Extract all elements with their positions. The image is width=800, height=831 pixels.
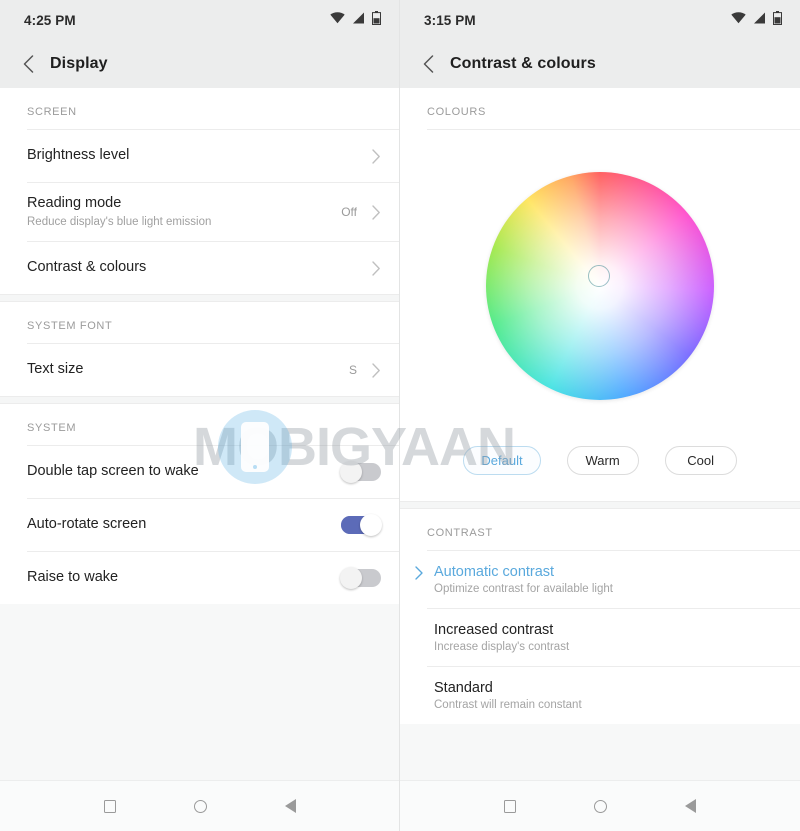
circle-icon[interactable] <box>193 799 207 813</box>
list-item-text-size[interactable]: Text size S <box>0 344 399 396</box>
status-icons <box>731 10 782 30</box>
toggle-auto-rotate-screen[interactable] <box>341 514 382 536</box>
list-item-label: Text size <box>27 361 84 378</box>
status-bar: 3:15 PM <box>400 0 800 40</box>
option-increased-contrast[interactable]: Increased contrast Increase display's co… <box>400 609 800 666</box>
section-header-system: SYSTEM <box>27 422 77 434</box>
chevron-right-icon <box>367 362 381 378</box>
list-item-double-tap-screen-to-wake[interactable]: Double tap screen to wake <box>0 446 399 498</box>
option-subtitle: Increase display's contrast <box>434 641 570 653</box>
option-subtitle: Contrast will remain constant <box>434 699 582 711</box>
option-automatic-contrast[interactable]: Automatic contrast Optimize contrast for… <box>400 551 800 608</box>
chevron-right-icon <box>367 260 381 276</box>
contrast-colours-panel: COLOURS Default Warm Cool CONTRAST Autom… <box>400 88 800 724</box>
colour-preset-chips: Default Warm Cool <box>400 442 800 501</box>
page-title: Contrast & colours <box>450 55 596 72</box>
dual-screenshot: 4:25 PM Display SCREEN Brightness level … <box>0 0 800 831</box>
wifi-icon <box>731 11 746 29</box>
circle-icon[interactable] <box>594 799 607 813</box>
signal-icon <box>753 11 766 29</box>
status-bar: 4:25 PM <box>0 0 399 40</box>
navigation-bar <box>0 780 399 831</box>
chip-cool[interactable]: Cool <box>664 446 737 475</box>
list-item-label: Auto-rotate screen <box>27 516 147 533</box>
list-item-contrast-and-colours[interactable]: Contrast & colours <box>0 242 399 294</box>
list-item-label: Double tap screen to wake <box>27 463 199 480</box>
back-chevron-icon[interactable] <box>14 50 42 78</box>
section-header-system-font: SYSTEM FONT <box>27 320 113 332</box>
signal-icon <box>352 11 365 29</box>
section-gap <box>400 501 800 509</box>
battery-icon <box>773 10 782 30</box>
option-label: Automatic contrast <box>434 564 555 580</box>
navigation-bar <box>400 780 800 831</box>
toggle-double-tap-to-wake[interactable] <box>340 461 381 483</box>
chevron-right-icon <box>367 148 381 164</box>
back-chevron-icon[interactable] <box>414 50 442 78</box>
option-label: Increased contrast <box>434 622 554 638</box>
chip-warm[interactable]: Warm <box>566 446 639 475</box>
page-title: Display <box>50 55 108 72</box>
list-item-subtitle: Reduce display's blue light emission <box>27 216 212 229</box>
triangle-left-icon[interactable] <box>284 799 296 813</box>
status-icons <box>330 10 381 30</box>
app-bar: Display <box>0 40 399 88</box>
status-clock: 4:25 PM <box>24 12 76 28</box>
section-header-screen: SCREEN <box>27 106 77 118</box>
list-item-label: Brightness level <box>27 147 130 164</box>
list-item-brightness-level[interactable]: Brightness level <box>0 130 399 182</box>
list-item-reading-mode[interactable]: Reading mode Reduce display's blue light… <box>0 183 399 241</box>
section-header-colours: COLOURS <box>427 106 486 118</box>
list-item-raise-to-wake[interactable]: Raise to wake <box>0 552 399 604</box>
phone-screen-contrast-colours: 3:15 PM Contrast & colours COLOURS Defau… <box>400 0 800 831</box>
list-item-value: S <box>348 363 357 377</box>
list-item-label: Reading mode <box>27 194 122 211</box>
status-clock: 3:15 PM <box>424 12 476 28</box>
colour-wheel-selector[interactable] <box>588 265 610 287</box>
battery-icon <box>372 10 381 30</box>
section-header-contrast: CONTRAST <box>427 527 493 539</box>
app-bar: Contrast & colours <box>400 40 800 88</box>
chevron-placeholder <box>415 622 431 624</box>
settings-list: SCREEN Brightness level Reading mode Red… <box>0 88 399 604</box>
colour-wheel[interactable] <box>486 172 714 400</box>
section-gap <box>0 396 399 404</box>
wifi-icon <box>330 11 345 29</box>
list-item-label: Raise to wake <box>27 569 119 586</box>
chevron-right-icon <box>415 564 431 585</box>
list-item-label: Contrast & colours <box>27 259 147 276</box>
square-icon[interactable] <box>103 799 116 813</box>
chevron-right-icon <box>367 204 381 220</box>
option-label: Standard <box>434 680 493 696</box>
chip-default[interactable]: Default <box>463 446 541 475</box>
phone-screen-display: 4:25 PM Display SCREEN Brightness level … <box>0 0 400 831</box>
option-subtitle: Optimize contrast for available light <box>434 583 613 595</box>
option-standard[interactable]: Standard Contrast will remain constant <box>400 667 800 724</box>
chevron-placeholder <box>415 680 431 682</box>
list-item-value: Off <box>341 205 357 219</box>
section-gap <box>0 294 399 302</box>
triangle-left-icon[interactable] <box>685 799 696 813</box>
list-item-auto-rotate-screen[interactable]: Auto-rotate screen <box>0 499 399 551</box>
colour-wheel-area <box>400 130 800 442</box>
square-icon[interactable] <box>504 799 516 813</box>
toggle-raise-to-wake[interactable] <box>340 567 381 589</box>
